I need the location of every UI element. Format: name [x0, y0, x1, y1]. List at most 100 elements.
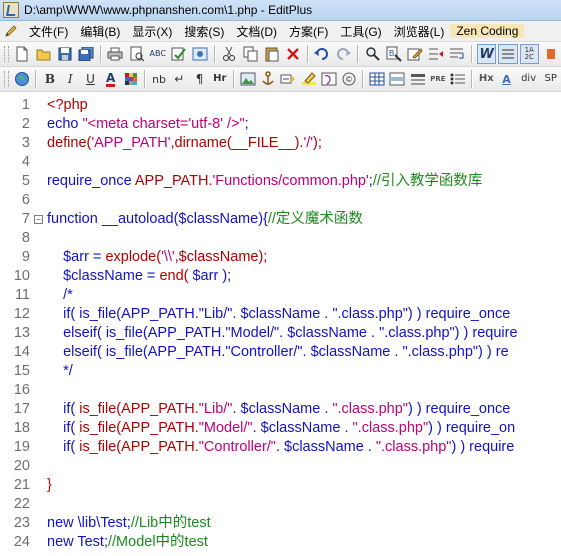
fold-toggle-icon[interactable]: − [34, 215, 43, 224]
edit-tool-icon[interactable] [405, 44, 424, 64]
toolbar-grip[interactable] [4, 46, 9, 62]
menu-file[interactable]: 文件(F) [23, 23, 74, 40]
menu-document[interactable]: 文档(D) [230, 23, 283, 40]
line-break-button[interactable]: ↵ [170, 69, 188, 89]
heading-button[interactable]: Hx [477, 69, 495, 89]
cut-icon[interactable] [220, 44, 239, 64]
extra-toolbar-icon[interactable] [541, 44, 560, 64]
highlight-icon[interactable] [300, 69, 318, 89]
code-line[interactable]: 2 echo "<meta charset='utf-8' />"; [0, 115, 561, 134]
code-line[interactable]: 9 $arr = explode('\\',$className); [0, 248, 561, 267]
editplus-app-icon[interactable] [3, 2, 19, 18]
code-token: ; [244, 116, 249, 132]
column-ruler-icon[interactable]: 1A 2C [519, 44, 539, 64]
insert-table-icon[interactable] [368, 69, 386, 89]
code-editor[interactable]: 1 <?php 2 echo "<meta charset='utf-8' />"; 3… [0, 92, 561, 556]
code-token: ); [222, 268, 232, 284]
code-line[interactable]: 11 /* [0, 286, 561, 305]
table-icon[interactable] [320, 69, 338, 89]
line-number: 6 [21, 192, 30, 208]
link-icon[interactable] [279, 69, 297, 89]
code-line[interactable]: 21} [0, 476, 561, 495]
line-number: 2 [21, 116, 30, 132]
hyperlink-button[interactable]: A [497, 69, 515, 89]
code-line[interactable]: 17 if( is_file(APP_PATH."Lib/". $classNa… [0, 400, 561, 419]
code-token: new \lib\Test; [47, 515, 131, 531]
word-wrap-icon[interactable] [448, 44, 467, 64]
line-number-toggle-icon[interactable] [498, 44, 518, 64]
code-line[interactable]: 7− function __autoload($className){//定义魔术… [0, 210, 561, 229]
goto-line-icon[interactable] [427, 44, 446, 64]
menu-browser[interactable]: 浏览器(L) [388, 23, 451, 40]
print-icon[interactable] [106, 44, 125, 64]
code-token: is_file(APP_PATH. [79, 420, 199, 436]
menu-edit[interactable]: 编辑(B) [74, 23, 126, 40]
code-token: //引入教学函数库 [372, 173, 483, 189]
code-line[interactable]: 19 if( is_file(APP_PATH."Controller/". $… [0, 438, 561, 457]
anchor-icon[interactable] [259, 69, 277, 89]
code-token: if( [47, 420, 80, 436]
check-icon[interactable] [169, 44, 188, 64]
div-button[interactable]: div [518, 69, 540, 89]
code-line[interactable]: 20 [0, 457, 561, 476]
replace-icon[interactable]: B [384, 44, 403, 64]
code-line[interactable]: 10 $className = end( $arr ); [0, 267, 561, 286]
italic-button[interactable]: I [61, 69, 79, 89]
paste-icon[interactable] [262, 44, 281, 64]
code-line[interactable]: 14 elseif( is_file(APP_PATH."Controller/… [0, 343, 561, 362]
table-cell-icon[interactable] [409, 69, 427, 89]
browser-preview-icon[interactable] [191, 44, 210, 64]
menu-tools[interactable]: 工具(G) [334, 23, 387, 40]
menu-project[interactable]: 方案(F) [283, 23, 334, 40]
menu-view[interactable]: 显示(X) [126, 23, 178, 40]
paragraph-button[interactable]: ¶ [190, 69, 208, 89]
browser-globe-icon[interactable] [13, 69, 31, 89]
menu-zen-coding[interactable]: Zen Coding [450, 24, 525, 38]
font-color-button[interactable]: A [102, 69, 120, 89]
image-icon[interactable] [239, 69, 257, 89]
code-line[interactable]: 6 [0, 191, 561, 210]
code-line[interactable]: 22 [0, 495, 561, 514]
redo-icon[interactable] [334, 44, 353, 64]
code-line[interactable]: 5 require_once APP_PATH.'Functions/common… [0, 172, 561, 191]
bold-button[interactable]: B [41, 69, 59, 89]
save-all-icon[interactable] [77, 44, 96, 64]
toolbar-grip[interactable] [4, 71, 9, 87]
span-button[interactable]: SP [542, 69, 560, 89]
code-text: define('APP_PATH',dirname(__FILE__).'/')… [47, 134, 322, 153]
table-row-icon[interactable] [388, 69, 406, 89]
copy-icon[interactable] [241, 44, 260, 64]
pencil-icon[interactable] [3, 23, 19, 39]
pre-button[interactable]: PRE [429, 69, 447, 89]
underline-button[interactable]: U [81, 69, 99, 89]
toolbar-separator [306, 45, 309, 63]
code-line[interactable]: 24 new Test;//Model中的test [0, 533, 561, 552]
list-icon[interactable] [449, 69, 467, 89]
undo-icon[interactable] [313, 44, 332, 64]
hr-button[interactable]: Hr [211, 69, 229, 89]
open-folder-icon[interactable] [34, 44, 53, 64]
code-line[interactable]: 18 if( is_file(APP_PATH."Model/". $class… [0, 419, 561, 438]
code-line[interactable]: 13 elseif( is_file(APP_PATH."Model/". $c… [0, 324, 561, 343]
save-icon[interactable] [55, 44, 74, 64]
code-line[interactable]: 12 if( is_file(APP_PATH."Lib/". $classNa… [0, 305, 561, 324]
code-line[interactable]: 23 new \lib\Test;//Lib中的test [0, 514, 561, 533]
code-line[interactable]: 15 */ [0, 362, 561, 381]
code-token: __autoload( [101, 211, 179, 227]
code-line[interactable]: 8 [0, 229, 561, 248]
menu-search[interactable]: 搜索(S) [178, 23, 230, 40]
print-preview-icon[interactable] [127, 44, 146, 64]
new-file-icon[interactable] [13, 44, 32, 64]
nbsp-button[interactable]: nb [150, 69, 168, 89]
color-grid-icon[interactable] [122, 69, 140, 89]
code-token: elseif( is_file(APP_PATH."Controller/". … [47, 344, 509, 360]
find-icon[interactable] [363, 44, 382, 64]
code-line[interactable]: 3 define('APP_PATH',dirname(__FILE__).'/'… [0, 134, 561, 153]
code-line[interactable]: 16 [0, 381, 561, 400]
spell-check-icon[interactable]: ABC [148, 44, 167, 64]
word-wrap-toggle-icon[interactable]: W [477, 44, 497, 64]
code-line[interactable]: 4 [0, 153, 561, 172]
form-icon[interactable]: © [340, 69, 358, 89]
delete-icon[interactable] [283, 44, 302, 64]
code-line[interactable]: 1 <?php [0, 96, 561, 115]
